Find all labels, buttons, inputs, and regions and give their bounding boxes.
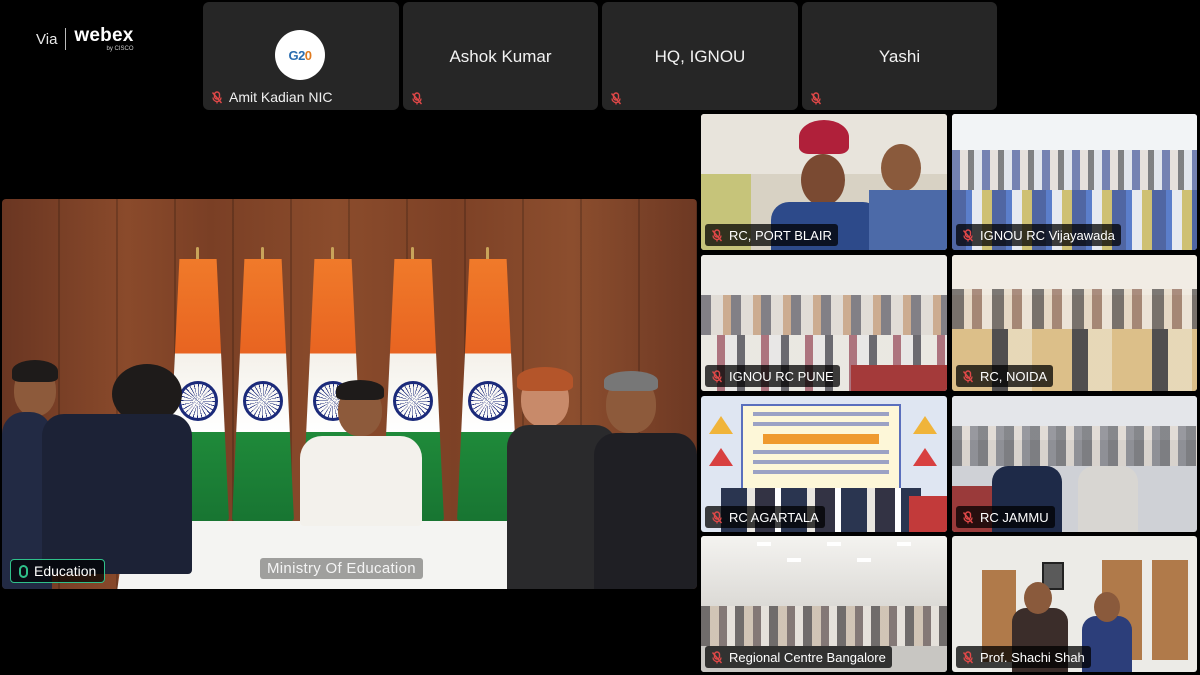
brand-divider	[65, 28, 67, 50]
mic-muted-icon	[962, 510, 974, 524]
tile-label-text: IGNOU RC Vijayawada	[980, 227, 1115, 243]
decor-triangle	[913, 416, 937, 434]
webex-wordmark: webex	[74, 25, 134, 46]
tile-label: IGNOU RC Vijayawada	[956, 224, 1121, 246]
decor-triangle	[709, 416, 733, 434]
grid-tile-vijayawada[interactable]: IGNOU RC Vijayawada	[952, 114, 1197, 250]
mic-muted-icon	[610, 92, 622, 105]
webex-logo: webex by CISCO	[74, 26, 133, 52]
decor-triangle	[709, 448, 733, 466]
active-speaker-nameplate: Education	[10, 559, 106, 583]
participant-name: Amit Kadian NIC	[229, 89, 333, 105]
participant-tile-ashok-kumar[interactable]: Ashok Kumar	[403, 2, 598, 110]
indian-flag	[232, 247, 294, 521]
tile-label-text: RC, NOIDA	[980, 368, 1048, 384]
grid-tile-pune[interactable]: IGNOU RC PUNE	[701, 255, 947, 391]
tile-label-text: RC, PORT BLAIR	[729, 227, 832, 243]
active-speaker-name: Education	[34, 563, 97, 579]
participant-center-name: HQ, IGNOU	[654, 47, 746, 66]
participant-center-name: Yashi	[878, 47, 921, 66]
tile-label: Regional Centre Bangalore	[705, 646, 892, 668]
participant-name-plate	[411, 92, 423, 105]
grid-tile-jammu[interactable]: RC JAMMU	[952, 396, 1197, 532]
participant-tile-amit-kadian[interactable]: G20 Amit Kadian NIC	[203, 2, 399, 110]
tile-label: RC JAMMU	[956, 506, 1055, 528]
tile-label: Prof. Shachi Shah	[956, 646, 1091, 668]
tile-label-text: IGNOU RC PUNE	[729, 368, 834, 384]
mic-active-icon	[19, 564, 28, 578]
tile-label: RC, PORT BLAIR	[705, 224, 838, 246]
ministry-watermark: Ministry Of Education	[260, 558, 423, 579]
webex-branding: Via webex by CISCO	[36, 26, 134, 52]
tile-label-text: RC AGARTALA	[729, 509, 819, 525]
mic-muted-icon	[411, 92, 423, 105]
grid-tile-bangalore[interactable]: Regional Centre Bangalore	[701, 536, 947, 672]
mic-muted-icon	[211, 90, 223, 104]
participant-tile-yashi[interactable]: Yashi	[802, 2, 997, 110]
event-banner	[741, 404, 901, 496]
decor-triangle	[913, 448, 937, 466]
grid-tile-agartala[interactable]: RC AGARTALA	[701, 396, 947, 532]
tile-label-text: Regional Centre Bangalore	[729, 649, 886, 665]
tile-label: RC, NOIDA	[956, 365, 1054, 387]
participant-name-plate: Amit Kadian NIC	[211, 89, 332, 105]
participant-tile-hq-ignou[interactable]: HQ, IGNOU	[602, 2, 798, 110]
via-text: Via	[36, 30, 58, 48]
tile-label-text: Prof. Shachi Shah	[980, 649, 1085, 665]
mic-muted-icon	[962, 650, 974, 664]
mic-muted-icon	[711, 510, 723, 524]
grid-tile-shachi-shah[interactable]: Prof. Shachi Shah	[952, 536, 1197, 672]
mic-muted-icon	[711, 650, 723, 664]
participant-name-plate	[610, 92, 622, 105]
g20-avatar: G20	[275, 30, 325, 80]
tile-label: RC AGARTALA	[705, 506, 825, 528]
participant-name-plate	[810, 92, 822, 105]
mic-muted-icon	[962, 369, 974, 383]
main-stage-video[interactable]: Education Ministry Of Education	[2, 199, 697, 589]
mic-muted-icon	[711, 369, 723, 383]
cisco-byline: by CISCO	[106, 46, 134, 52]
mic-muted-icon	[962, 228, 974, 242]
grid-tile-port-blair[interactable]: RC, PORT BLAIR	[701, 114, 947, 250]
grid-tile-noida[interactable]: RC, NOIDA	[952, 255, 1197, 391]
mic-muted-icon	[711, 228, 723, 242]
tile-label: IGNOU RC PUNE	[705, 365, 840, 387]
participant-center-name: Ashok Kumar	[449, 47, 552, 66]
g20-avatar-text: G20	[288, 47, 312, 63]
mic-muted-icon	[810, 92, 822, 105]
tile-label-text: RC JAMMU	[980, 509, 1049, 525]
